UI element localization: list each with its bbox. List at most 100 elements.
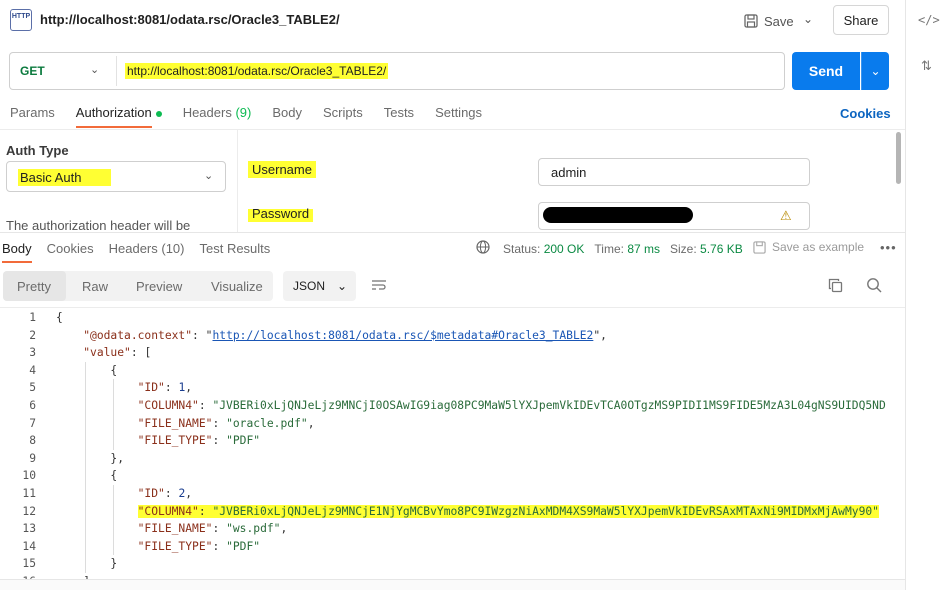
code-line: 4 {	[0, 362, 898, 380]
line-number: 12	[22, 504, 36, 518]
http-request-icon: HTTP	[10, 9, 32, 31]
resp-tab-test-results[interactable]: Test Results	[199, 241, 270, 256]
send-button[interactable]: Send	[792, 52, 860, 90]
line-number: 5	[29, 381, 36, 395]
save-options-chevron-icon[interactable]: ⌄	[803, 12, 821, 30]
chevron-down-icon[interactable]: ⌄	[204, 169, 213, 182]
response-body-code[interactable]: 1{2 "@odata.context": "http://localhost:…	[0, 307, 898, 579]
code-line: 3 "value": [	[0, 344, 898, 362]
auth-type-label: Auth Type	[6, 143, 69, 158]
save-label: Save	[764, 13, 794, 29]
code-text: "COLUMN4": "JVBERi0xLjQNJeLjz9MNCjE1NjYg…	[137, 504, 879, 518]
time-info[interactable]: Time: 87 ms	[594, 242, 660, 256]
resp-tab-headers[interactable]: Headers (10)	[109, 241, 185, 256]
format-select[interactable]: JSON ⌄	[283, 271, 356, 301]
view-visualize[interactable]: Visualize	[211, 279, 263, 294]
save-as-example-button[interactable]: Save as example	[753, 240, 864, 254]
size-info[interactable]: Size: 5.76 KB	[670, 242, 743, 256]
active-dot-icon	[155, 110, 162, 117]
code-line: 10 {	[0, 467, 898, 485]
view-raw[interactable]: Raw	[82, 279, 108, 294]
copy-icon[interactable]	[828, 278, 843, 296]
tab-params[interactable]: Params	[10, 105, 55, 120]
headers-count: (9)	[235, 105, 252, 120]
status-value: 200 OK	[543, 242, 585, 256]
view-preview[interactable]: Preview	[136, 279, 182, 294]
tab-scripts[interactable]: Scripts	[323, 105, 363, 120]
response-tabs: Body Cookies Headers (10) Test Results	[2, 241, 285, 263]
wrap-lines-icon[interactable]	[371, 278, 387, 295]
response-meta: Status: 200 OK Time: 87 ms Size: 5.76 KB	[503, 242, 743, 256]
tab-tests[interactable]: Tests	[384, 105, 414, 120]
code-line: 7 "FILE_NAME": "oracle.pdf",	[0, 415, 898, 433]
line-number: 14	[22, 539, 36, 553]
resp-tab-body[interactable]: Body	[2, 241, 32, 263]
size-value: 5.76 KB	[700, 242, 743, 256]
tab-headers-label: Headers	[182, 105, 232, 120]
line-number: 9	[29, 451, 36, 465]
save-example-label: Save as example	[772, 240, 865, 254]
line-number: 4	[29, 363, 36, 377]
username-input[interactable]: admin	[538, 158, 810, 186]
save-button[interactable]: Save	[744, 9, 794, 33]
status-bar	[0, 579, 905, 590]
code-line: 14 "FILE_TYPE": "PDF"	[0, 538, 898, 556]
auth-type-value[interactable]: Basic Auth	[18, 169, 112, 186]
status-label: Status:	[503, 242, 541, 256]
url-input[interactable]: http://localhost:8081/odata.rsc/Oracle3_…	[125, 63, 389, 79]
url-divider	[116, 56, 117, 86]
cookies-link[interactable]: Cookies	[840, 106, 891, 121]
tab-settings[interactable]: Settings	[435, 105, 482, 120]
time-label: Time:	[594, 242, 624, 256]
scrollbar[interactable]	[896, 132, 901, 184]
tab-headers[interactable]: Headers (9)	[183, 105, 252, 120]
size-label: Size:	[670, 242, 697, 256]
right-sidebar-rail	[905, 0, 940, 590]
globe-icon[interactable]	[476, 240, 490, 257]
indent-guide	[113, 379, 114, 450]
password-redaction	[543, 207, 693, 223]
time-value: 87 ms	[627, 242, 660, 256]
line-number: 1	[29, 311, 36, 324]
code-text: "FILE_TYPE": "PDF"	[137, 434, 261, 448]
line-number: 15	[22, 557, 36, 571]
line-number: 3	[29, 346, 36, 360]
code-text: "FILE_TYPE": "PDF"	[137, 539, 261, 553]
indent-guide	[85, 361, 86, 573]
code-text: "ID": 1,	[137, 381, 193, 395]
method-select[interactable]: GET	[20, 64, 45, 78]
more-options-icon[interactable]: •••	[880, 240, 897, 255]
code-line: 5 "ID": 1,	[0, 379, 898, 397]
password-label: Password	[248, 205, 314, 222]
code-text: },	[56, 451, 125, 465]
line-number: 2	[29, 328, 36, 342]
request-tabs: Params Authorization Headers (9) Body Sc…	[10, 105, 503, 128]
auth-note: The authorization header will be	[6, 218, 191, 233]
code-text: {	[56, 363, 118, 377]
share-button[interactable]: Share	[833, 5, 889, 35]
code-line: 9 },	[0, 450, 898, 468]
search-icon[interactable]	[866, 277, 882, 297]
username-label: Username	[248, 161, 316, 178]
tab-authorization[interactable]: Authorization	[75, 105, 162, 128]
code-text: "value": [	[83, 346, 152, 360]
resp-tab-cookies[interactable]: Cookies	[47, 241, 94, 256]
chevron-down-icon: ⌄	[337, 279, 348, 293]
floppy-icon	[744, 14, 758, 28]
line-number: 6	[29, 399, 36, 412]
request-title[interactable]: http://localhost:8081/odata.rsc/Oracle3_…	[40, 12, 340, 27]
warning-icon[interactable]: ⚠	[780, 208, 792, 224]
chevron-down-icon[interactable]: ⌄	[90, 63, 99, 76]
line-number: 10	[22, 469, 36, 483]
code-text: "FILE_NAME": "oracle.pdf",	[137, 416, 315, 430]
code-line: 13 "FILE_NAME": "ws.pdf",	[0, 520, 898, 538]
code-snippet-icon[interactable]: </>	[918, 13, 940, 27]
tab-authorization-label: Authorization	[75, 105, 152, 120]
status-info[interactable]: Status: 200 OK	[503, 242, 584, 256]
tab-body[interactable]: Body	[272, 105, 302, 120]
sync-icon[interactable]: ⇅	[921, 58, 932, 74]
floppy-icon	[753, 240, 766, 254]
send-options-chevron-icon[interactable]: ⌄	[861, 52, 889, 90]
code-line: 15 }	[0, 555, 898, 573]
view-pretty[interactable]: Pretty	[17, 279, 51, 294]
